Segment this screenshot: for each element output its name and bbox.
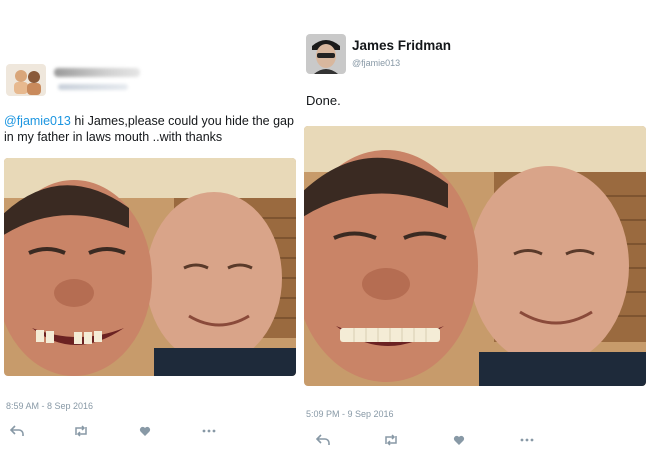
author-name[interactable]: James Fridman [352, 38, 451, 53]
tweet-text: @fjamie013 hi James,please could you hid… [4, 113, 296, 145]
like-icon[interactable] [450, 431, 468, 449]
author-handle[interactable]: @fjamie013 [352, 58, 400, 68]
reply-icon[interactable] [314, 431, 332, 449]
blurred-user-name [54, 68, 140, 77]
blurred-user-handle [58, 84, 128, 90]
retweet-icon[interactable] [382, 431, 400, 449]
reply-tweet: James Fridman @fjamie013 Done. 5:09 PM -… [300, 0, 650, 476]
tweet-timestamp[interactable]: 8:59 AM - 8 Sep 2016 [6, 401, 93, 411]
author-avatar[interactable] [306, 34, 346, 74]
user-avatar[interactable] [6, 64, 46, 96]
tweet-actions [8, 422, 264, 440]
more-icon[interactable] [518, 431, 536, 449]
tweet-photo-edited[interactable] [304, 126, 646, 386]
retweet-icon[interactable] [72, 422, 90, 440]
tweet-timestamp[interactable]: 5:09 PM - 9 Sep 2016 [306, 409, 394, 419]
tweet-photo-original[interactable] [4, 158, 296, 376]
tweet-actions [314, 431, 586, 449]
request-tweet: @fjamie013 hi James,please could you hid… [0, 0, 300, 476]
reply-icon[interactable] [8, 422, 26, 440]
tweet-text: Done. [306, 93, 341, 108]
mention-link[interactable]: @fjamie013 [4, 114, 71, 128]
more-icon[interactable] [200, 422, 218, 440]
like-icon[interactable] [136, 422, 154, 440]
